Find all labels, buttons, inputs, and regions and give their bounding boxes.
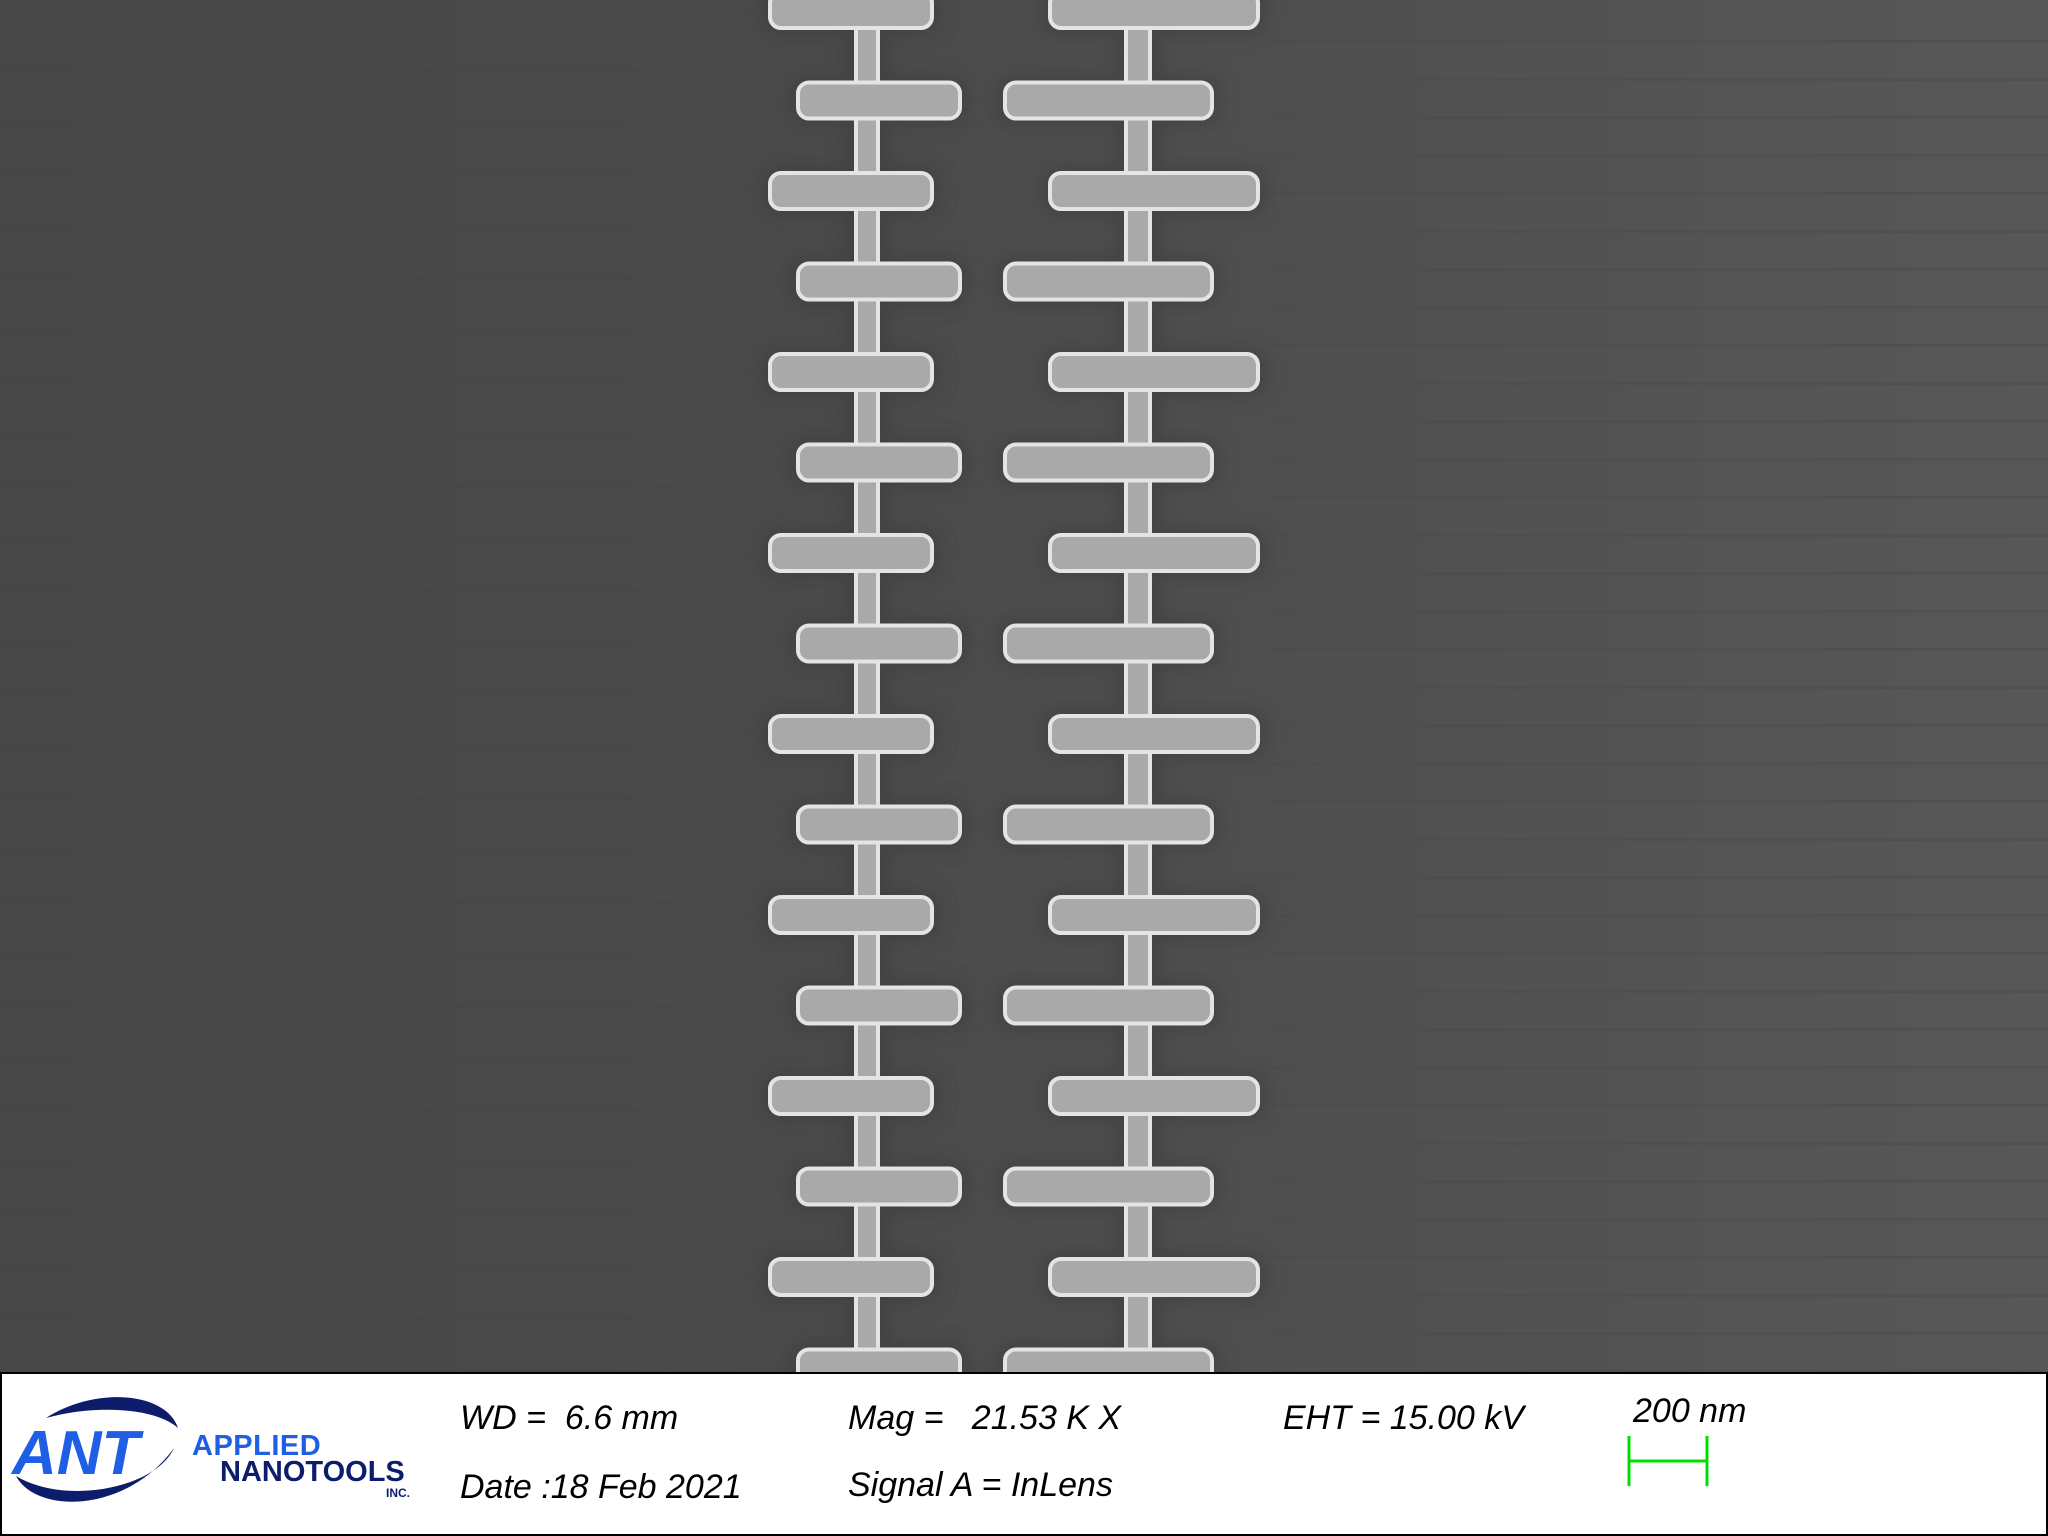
structure-finger — [768, 352, 934, 392]
scale-bar-icon — [1626, 1432, 1710, 1488]
structure-finger — [1003, 1166, 1214, 1207]
structure-finger — [1048, 0, 1260, 30]
structure-finger — [1003, 804, 1214, 845]
structure-finger — [1048, 1257, 1260, 1297]
structure-finger — [768, 714, 934, 754]
scale-bar-label: 200 nm — [1633, 1392, 1747, 1430]
structure-finger — [1048, 533, 1260, 573]
structure-finger — [1048, 1076, 1260, 1116]
structure-finger — [1003, 985, 1214, 1026]
structure-finger — [1048, 895, 1260, 935]
sem-micrograph — [0, 0, 2048, 1372]
structure-finger — [1048, 171, 1260, 211]
structure-finger — [796, 804, 962, 845]
structure-finger — [1003, 623, 1214, 664]
structure-finger — [768, 171, 934, 211]
structure-finger — [796, 985, 962, 1026]
logo-suffix-inc: INC. — [386, 1486, 410, 1500]
ant-logo-icon: ANT — [10, 1397, 178, 1502]
structure-finger — [1003, 1347, 1214, 1372]
company-logo: ANT APPLIED NANOTOOLS INC. — [6, 1388, 426, 1512]
structure-finger — [1003, 80, 1214, 121]
logo-mark: ANT — [10, 1419, 145, 1488]
structure-finger — [768, 1076, 934, 1116]
structure-finger — [796, 80, 962, 121]
structure-finger — [1003, 442, 1214, 483]
structure-finger — [1048, 714, 1260, 754]
structure-finger — [1048, 352, 1260, 392]
signal-detector: Signal A = InLens — [848, 1466, 1113, 1504]
working-distance: WD = 6.6 mm — [460, 1399, 679, 1437]
magnification: Mag = 21.53 K X — [848, 1399, 1122, 1437]
info-bar: ANT APPLIED NANOTOOLS INC. WD = 6.6 mm D… — [0, 1372, 2048, 1536]
sem-viewer: ANT APPLIED NANOTOOLS INC. WD = 6.6 mm D… — [0, 0, 2048, 1536]
acquisition-date: Date :18 Feb 2021 — [460, 1468, 742, 1506]
structure-finger — [796, 1347, 962, 1372]
accelerating-voltage: EHT = 15.00 kV — [1283, 1399, 1524, 1437]
structure-finger — [768, 0, 934, 30]
structure-finger — [796, 1166, 962, 1207]
structure-finger — [796, 261, 962, 302]
structure-finger — [768, 1257, 934, 1297]
structure-finger — [796, 442, 962, 483]
structure-finger — [796, 623, 962, 664]
structure-finger — [1003, 261, 1214, 302]
structure-finger — [768, 533, 934, 573]
logo-line-nanotools: NANOTOOLS — [220, 1456, 405, 1488]
structure-finger — [768, 895, 934, 935]
